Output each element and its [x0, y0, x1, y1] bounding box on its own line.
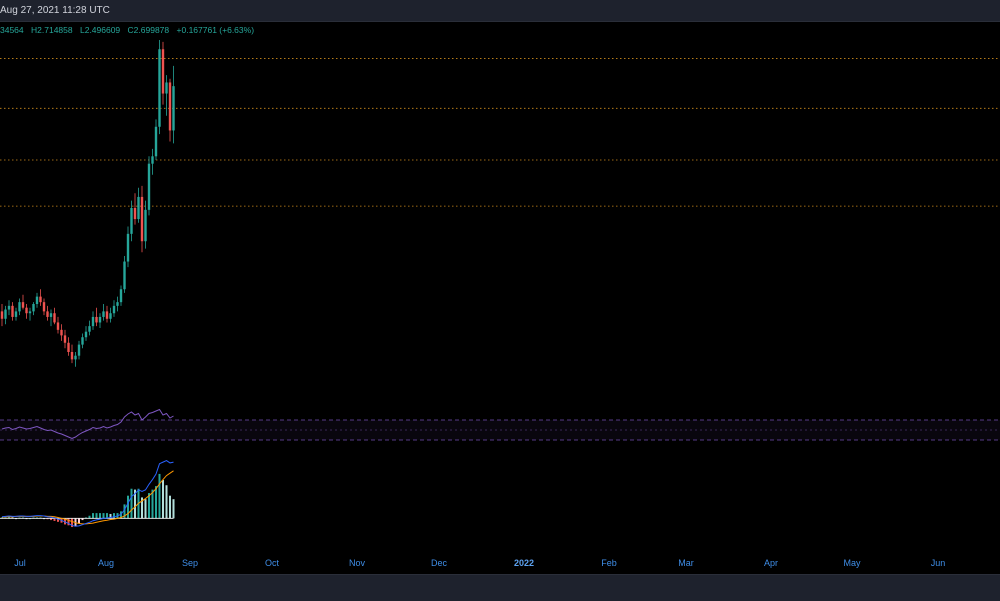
candle-body-38 — [133, 208, 137, 220]
candle-body-36 — [126, 233, 130, 262]
macd-line — [1, 459, 174, 527]
candle-body-22 — [77, 344, 81, 356]
candle-body-21 — [74, 355, 77, 360]
candle-body-8 — [28, 311, 32, 314]
candle-body-20 — [70, 352, 74, 360]
candle-body-33 — [116, 302, 119, 306]
candle-body-31 — [109, 313, 112, 319]
candle-body-16 — [56, 322, 60, 330]
candle-body-41 — [144, 209, 147, 242]
candle-body-34 — [119, 289, 123, 303]
candle-body-18 — [63, 335, 67, 343]
macd-hist-bar-44 — [155, 486, 157, 519]
candle-body-1 — [4, 309, 7, 319]
candle-body-45 — [158, 49, 161, 127]
bottom-toolbar — [0, 574, 1000, 601]
time-axis-label: Oct — [264, 558, 280, 568]
macd-hist-bar-26 — [92, 513, 94, 519]
candle-body-4 — [14, 311, 18, 317]
candle-body-11 — [39, 296, 42, 303]
macd-hist-bar-32 — [113, 513, 115, 519]
candle-body-14 — [49, 313, 53, 317]
candle-body-19 — [67, 342, 70, 352]
macd-hist-bar-46 — [162, 480, 164, 519]
candle-body-49 — [172, 86, 175, 131]
macd-hist-bar-28 — [99, 513, 101, 519]
candle-body-28 — [98, 316, 102, 323]
macd-hist-bar-45 — [158, 473, 161, 519]
time-axis-label: Dec — [430, 558, 448, 568]
macd-hist-bar-36 — [127, 495, 129, 519]
candle-body-0 — [0, 311, 4, 319]
candle-body-42 — [147, 163, 151, 210]
candle-body-27 — [95, 316, 98, 323]
macd-hist-bar-47 — [165, 485, 168, 519]
candle-body-48 — [168, 82, 172, 131]
time-axis-label: Jul — [14, 558, 26, 568]
time-axis-label: 2022 — [513, 558, 535, 568]
candle-body-3 — [11, 305, 14, 317]
macd-hist-bar-49 — [172, 499, 175, 519]
chart-canvas[interactable] — [0, 0, 1000, 574]
candle-body-35 — [123, 261, 126, 290]
candle-body-6 — [21, 302, 25, 308]
candle-body-12 — [42, 302, 46, 312]
candle-body-24 — [84, 331, 88, 338]
candle-body-9 — [32, 304, 35, 312]
candle-body-15 — [53, 313, 56, 323]
candle-body-40 — [140, 196, 144, 242]
candle-body-46 — [161, 49, 165, 94]
candle-body-43 — [151, 156, 154, 164]
candle-body-32 — [112, 305, 116, 314]
time-axis-label: Nov — [348, 558, 366, 568]
candle-body-5 — [18, 302, 21, 312]
time-axis-label: Jun — [930, 558, 946, 568]
candle-body-25 — [88, 326, 91, 332]
candle-body-10 — [35, 296, 39, 304]
macd-hist-bar-29 — [102, 513, 105, 519]
candle-body-47 — [165, 82, 168, 94]
macd-hist-bar-27 — [95, 513, 98, 519]
macd-hist-bar-41 — [144, 499, 147, 519]
candle-body-29 — [102, 311, 105, 317]
time-axis-label: Mar — [678, 558, 694, 568]
candle-body-44 — [154, 126, 158, 157]
candle-body-23 — [81, 337, 84, 345]
candle-body-26 — [91, 316, 95, 327]
candle-body-37 — [130, 208, 133, 234]
macd-hist-bar-48 — [169, 495, 171, 519]
candle-body-30 — [105, 311, 109, 319]
time-axis[interactable]: Jul Aug Sep Oct Nov Dec 2022 Feb Mar Apr May Jun — [0, 554, 1000, 574]
time-axis-label: Feb — [601, 558, 617, 568]
candle-body-7 — [25, 307, 28, 314]
time-axis-label: Sep — [181, 558, 199, 568]
candle-body-2 — [7, 305, 11, 310]
time-axis-label: Aug — [97, 558, 115, 568]
candle-body-39 — [137, 196, 140, 220]
time-axis-label: Apr — [763, 558, 779, 568]
candle-body-13 — [46, 311, 49, 317]
candle-body-17 — [60, 329, 63, 336]
macd-hist-bar-37 — [130, 488, 133, 519]
time-axis-label: May — [843, 558, 861, 568]
macd-hist-bar-22 — [78, 518, 80, 524]
